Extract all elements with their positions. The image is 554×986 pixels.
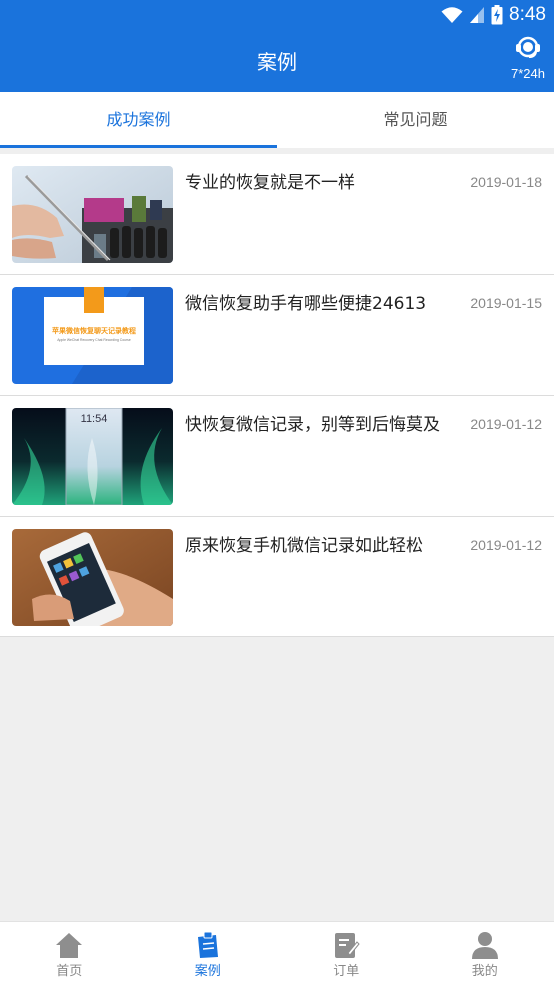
list-item[interactable]: 苹果微信恢复聊天记录教程 Apple WeChat Recovery Chat … [0,275,554,396]
status-icons: 8:48 [441,3,546,27]
list-item[interactable]: 11:54 快恢复微信记录，别等到后悔莫及 2019-01-12 [0,396,554,517]
bottom-navigation: 首页 案例 订单 我的 [0,921,554,986]
thumb-lockscreen-time: 11:54 [81,413,108,425]
nav-home-label: 首页 [56,963,83,979]
wifi-icon [441,7,463,23]
battery-icon [491,5,503,25]
case-date: 2019-01-15 [470,295,542,311]
home-icon [54,930,84,960]
nav-cases-label: 案例 [194,963,221,979]
nav-profile-label: 我的 [471,963,498,979]
case-thumbnail: 苹果微信恢复聊天记录教程 Apple WeChat Recovery Chat … [12,287,173,384]
list-item[interactable]: 专业的恢复就是不一样 2019-01-18 [0,154,554,275]
case-title: 原来恢复手机微信记录如此轻松 [185,536,423,556]
app-bar: 案例 7*24h [0,30,554,92]
case-date: 2019-01-18 [470,174,542,190]
case-date: 2019-01-12 [470,416,542,432]
status-time: 8:48 [509,4,546,25]
case-thumbnail: 11:54 [12,408,173,505]
case-list: 专业的恢复就是不一样 2019-01-18 苹果微信恢复聊天记录教程 Apple… [0,154,554,637]
case-title: 专业的恢复就是不一样 [185,173,355,193]
thumb-banner-subtext: Apple WeChat Recovery Chat Recording Cou… [57,338,131,342]
thumb-banner-text: 苹果微信恢复聊天记录教程 [52,326,136,335]
case-title: 快恢复微信记录，别等到后悔莫及 [185,415,440,435]
nav-orders-label: 订单 [333,963,360,979]
page-title: 案例 [257,50,297,74]
nav-orders[interactable]: 订单 [277,922,416,986]
case-thumbnail [12,529,173,626]
case-title: 微信恢复助手有哪些便捷24613 [185,294,427,314]
list-item[interactable]: 原来恢复手机微信记录如此轻松 2019-01-12 [0,517,554,637]
tab-success-cases[interactable]: 成功案例 [0,92,277,148]
order-icon [331,930,361,960]
nav-cases[interactable]: 案例 [139,922,278,986]
case-date: 2019-01-12 [470,537,542,553]
tab-bar: 成功案例 常见问题 [0,92,554,148]
case-thumbnail [12,166,173,263]
profile-icon [470,930,500,960]
status-bar: 8:48 [0,0,554,30]
headset-icon [516,36,540,58]
case-icon [193,930,223,960]
service-hours-label: 7*24h [511,66,545,81]
signal-icon [470,7,485,23]
tab-faq[interactable]: 常见问题 [277,92,554,148]
nav-profile[interactable]: 我的 [416,922,554,986]
customer-service-button[interactable]: 7*24h [508,36,548,81]
nav-home[interactable]: 首页 [0,922,139,986]
